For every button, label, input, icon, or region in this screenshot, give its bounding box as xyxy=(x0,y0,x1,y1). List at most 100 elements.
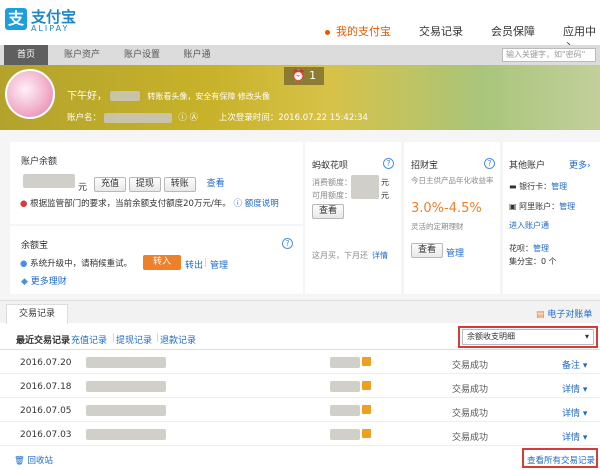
blurred-amount xyxy=(330,357,360,368)
bank-label: 银行卡： xyxy=(519,182,552,191)
avatar-hint[interactable]: 转账看头像，安全有保障 修改头像 xyxy=(147,92,270,101)
zhaocai-view-button[interactable]: 查看 xyxy=(411,243,444,258)
ali-manage-link[interactable]: 管理 xyxy=(559,202,575,211)
quota-explain-link[interactable]: 额度说明 xyxy=(245,199,279,209)
yuebao-title: 余额宝 xyxy=(21,241,49,251)
row-date: 2016.07.03 xyxy=(20,430,72,440)
more-finance-link[interactable]: 更多理财 xyxy=(31,277,67,287)
merchant-icon[interactable] xyxy=(362,357,371,366)
chevron-down-icon: ▾ xyxy=(580,385,588,395)
blurred-username xyxy=(110,91,141,101)
tab-account-pass[interactable]: 账户通 xyxy=(174,45,220,65)
blurred-credit xyxy=(351,175,379,199)
huabei-view-button[interactable]: 查看 xyxy=(312,204,345,219)
tab-transactions[interactable]: 交易记录 xyxy=(6,304,68,324)
balance-card: 账户余额 元 充值 提现 转账 查看 ● 根据监管部门的要求，当前余额支付额度2… xyxy=(10,142,303,224)
row-date: 2016.07.05 xyxy=(20,406,72,416)
zhaocai-card: 招财宝 ? 今日主供产品年化收益率 3.0%-4.5% 灵活的定期理财 查看 管… xyxy=(404,142,500,294)
action-label: 备注 xyxy=(562,361,581,371)
other-more[interactable]: 更多› xyxy=(569,158,591,171)
table-row: 2016.07.20 交易成功 备注 ▾ xyxy=(0,351,600,374)
chevron-down-icon: ▾ xyxy=(580,361,588,371)
yuebao-help-icon[interactable]: ? xyxy=(282,238,293,249)
ali-account-icon: ▣ xyxy=(509,202,517,211)
row-status: 交易成功 xyxy=(452,433,489,443)
zhaocai-help-icon[interactable]: ? xyxy=(484,158,495,169)
merchant-icon[interactable] xyxy=(362,405,371,414)
alarm-clock-icon: ⏰ xyxy=(291,69,306,82)
upgrade-text: 系统升级中，请稍候重试。 xyxy=(30,259,133,269)
transfer-button[interactable]: 转账 xyxy=(163,177,196,192)
table-row: 2016.07.03 交易成功 详情 ▾ xyxy=(0,423,600,446)
nav-transactions[interactable]: 交易记录 xyxy=(419,23,463,39)
nav-my-alipay[interactable]: 我的支付宝 xyxy=(325,23,391,39)
balance-view-link[interactable]: 查看 xyxy=(207,179,225,189)
search-input[interactable]: 输入关键字，如"密码" xyxy=(502,48,596,62)
nav-label: 交易记录 xyxy=(419,25,463,38)
user-icon[interactable]: Ⓐ xyxy=(190,113,199,123)
jifen-text: 集分宝：0 个 xyxy=(509,257,557,266)
tab-assets[interactable]: 账户资产 xyxy=(54,45,110,65)
blurred-description xyxy=(86,429,166,440)
nav-protection[interactable]: 会员保障 xyxy=(491,23,535,39)
other-accounts-card: 其他账户 更多› ▬ 银行卡：管理 ▣ 阿里账户：管理 进入账户通 花呗：管理 … xyxy=(503,142,600,294)
filter-recharge[interactable]: 充值记录 xyxy=(71,333,107,346)
recycle-link[interactable]: 回收站 xyxy=(28,456,54,466)
yuebao-manage-link[interactable]: 管理 xyxy=(210,258,228,271)
notice-text: 根据监管部门的要求，当前余额支付额度20万元/年。 xyxy=(30,199,231,209)
balance-title: 账户余额 xyxy=(21,157,58,167)
filter-withdraw[interactable]: 提现记录 xyxy=(116,333,152,346)
ebill-link[interactable]: 电子对账单 xyxy=(547,310,592,320)
enter-account-link[interactable]: 进入账户通 xyxy=(509,220,549,231)
filter-refund[interactable]: 退款记录 xyxy=(160,333,196,346)
finance-icon: ◆ xyxy=(21,277,28,287)
alipay-logo-icon[interactable]: 支 xyxy=(5,8,27,30)
huabei-title: 蚂蚁花呗 xyxy=(312,161,349,171)
recycle-bin[interactable]: 🗑 回收站 xyxy=(14,454,53,466)
recharge-button[interactable]: 充值 xyxy=(94,177,127,192)
row-action[interactable]: 详情 ▾ xyxy=(562,406,587,419)
merchant-icon[interactable] xyxy=(362,381,371,390)
row-action[interactable]: 备注 ▾ xyxy=(562,358,587,371)
row-action[interactable]: 详情 ▾ xyxy=(562,382,587,395)
tab-home[interactable]: 首页 xyxy=(4,45,48,65)
transfer-out-link[interactable]: 转出 xyxy=(185,258,203,271)
action-label: 详情 xyxy=(562,409,581,419)
bank-manage-link[interactable]: 管理 xyxy=(551,182,567,191)
yuebao-card: 余额宝 ? ● 系统升级中，请稍候重试。 转入 转出 | 管理 ◆ 更多理财 xyxy=(10,226,303,294)
transfer-in-button[interactable]: 转入 xyxy=(143,255,182,270)
credit-unit: 元 xyxy=(381,178,389,187)
nav-label: 会员保障 xyxy=(491,25,535,38)
profile-banner: ⏰ 1 下午好， 转账看头像，安全有保障 修改头像 账户名： ⓘ Ⓐ 上次登录时… xyxy=(0,65,600,130)
message-counter[interactable]: ⏰ 1 xyxy=(284,67,324,85)
row-status: 交易成功 xyxy=(452,385,489,395)
ebill[interactable]: ▤ 电子对账单 xyxy=(536,307,592,320)
id-card-icon[interactable]: ⓘ xyxy=(178,113,187,123)
sub-nav: 首页 账户资产 账户设置 账户通 输入关键字，如"密码" xyxy=(0,45,600,65)
tab-settings[interactable]: 账户设置 xyxy=(114,45,170,65)
huabei-detail-link[interactable]: 详情 xyxy=(372,250,388,261)
last-login: 上次登录时间：2016.07.22 15:42:34 xyxy=(218,113,368,123)
avatar[interactable] xyxy=(5,69,55,119)
filter-recent[interactable]: 最近交易记录 xyxy=(16,333,70,346)
huabei-card: 蚂蚁花呗 ? 消费额度： 可用额度： 元 元 查看 这月买，下月还 详情 xyxy=(305,142,401,294)
ali-account-row: ▣ 阿里账户：管理 xyxy=(509,201,575,212)
bank-card-icon: ▬ xyxy=(509,182,517,191)
huacheng-manage-link[interactable]: 管理 xyxy=(533,244,549,253)
zhaocai-manage-link[interactable]: 管理 xyxy=(446,246,464,259)
zhaocai-desc: 今日主供产品年化收益率 xyxy=(411,176,494,185)
greeting-text: 下午好， xyxy=(67,91,107,102)
withdraw-button[interactable]: 提现 xyxy=(128,177,161,192)
row-action[interactable]: 详情 ▾ xyxy=(562,430,587,443)
info-icon: ● xyxy=(20,259,28,269)
other-title: 其他账户 xyxy=(509,161,546,171)
highlight-view-all xyxy=(522,448,598,468)
huacheng-label: 花呗： xyxy=(509,244,533,253)
chevron-right-icon: › xyxy=(587,161,591,171)
chevron-down-icon: ▾ xyxy=(580,409,588,419)
blurred-description xyxy=(86,357,166,368)
merchant-icon[interactable] xyxy=(362,429,371,438)
huabei-help-icon[interactable]: ? xyxy=(383,158,394,169)
balance-notice: ● 根据监管部门的要求，当前余额支付额度20万元/年。 ⓘ 额度说明 xyxy=(20,197,279,209)
more-finance[interactable]: ◆ 更多理财 xyxy=(21,274,67,287)
